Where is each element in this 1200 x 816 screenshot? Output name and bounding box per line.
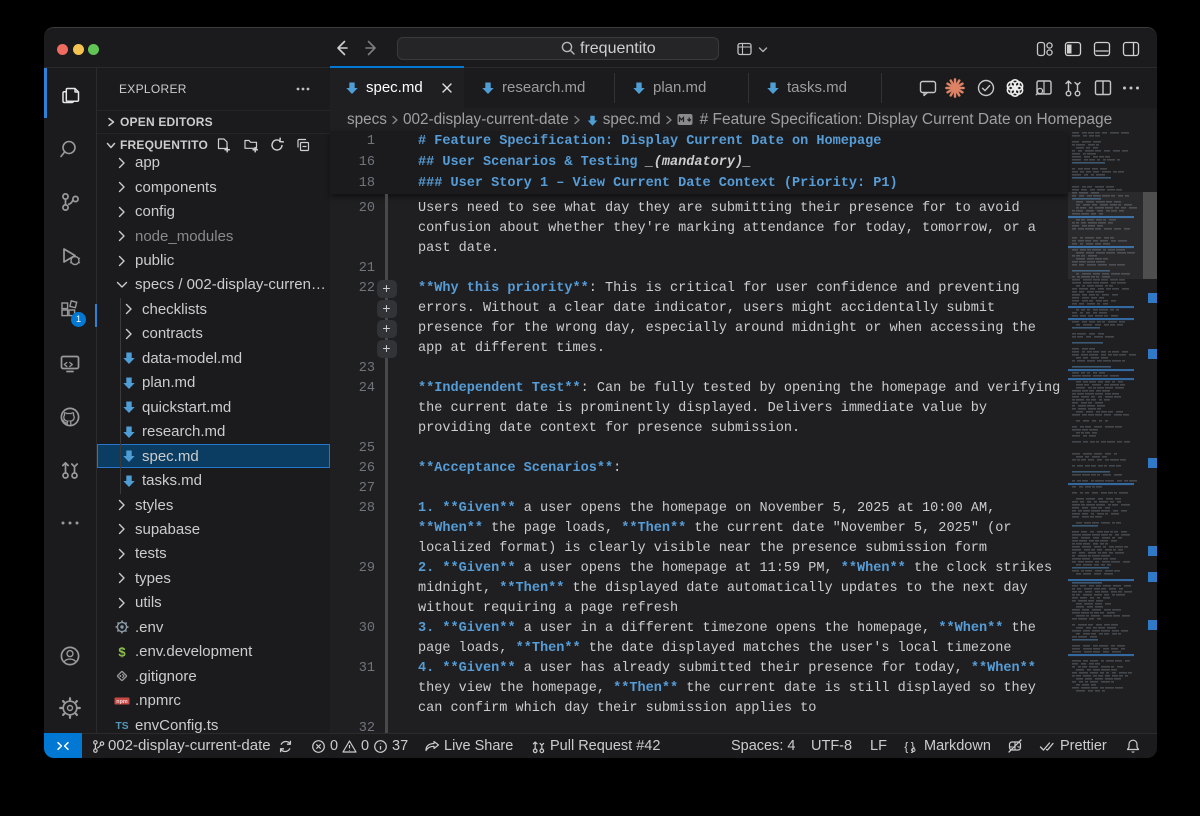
svg-text:TS: TS [115, 721, 128, 732]
svg-text:$: $ [118, 644, 126, 659]
svg-text:npm: npm [116, 699, 128, 705]
